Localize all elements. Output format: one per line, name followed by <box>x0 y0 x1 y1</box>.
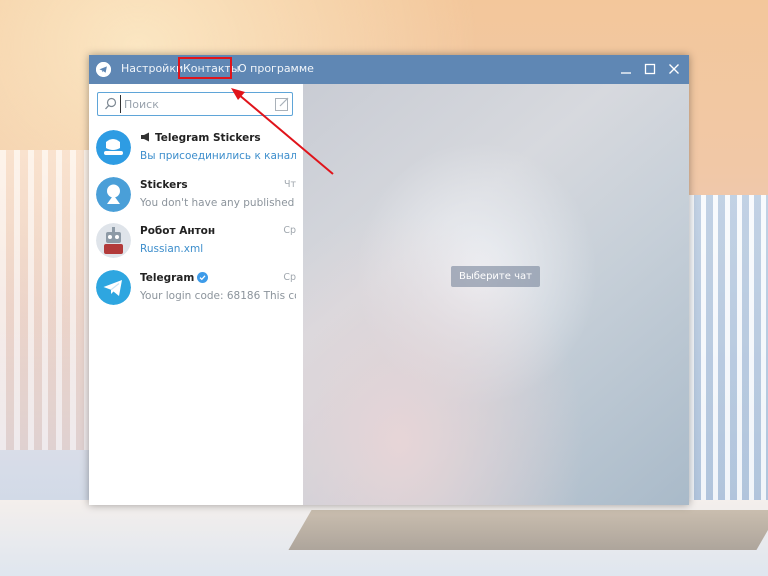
maximize-button[interactable] <box>641 60 659 78</box>
chat-preview: You don't have any published sti... <box>140 197 296 209</box>
chat-item-telegram[interactable]: Telegram Ср Your login code: 68186 This … <box>89 268 302 314</box>
search-input[interactable] <box>120 95 274 113</box>
chat-preview: Your login code: 68186 This code ... <box>140 290 296 302</box>
chat-name-text: Telegram <box>140 272 195 284</box>
telegram-logo-icon <box>96 62 111 77</box>
search-icon <box>105 97 117 110</box>
chat-item-stickers[interactable]: Stickers Чт You don't have any published… <box>89 175 302 221</box>
menu-about[interactable]: О программе <box>238 62 314 75</box>
chat-time: Чт <box>283 179 296 190</box>
verified-badge-icon <box>197 272 209 283</box>
chat-time: Ср <box>283 272 296 283</box>
chat-item-telegram-stickers[interactable]: Telegram Stickers Вы присоединились к ка… <box>89 128 302 174</box>
telegram-stickers-avatar <box>96 130 131 165</box>
chat-name: Telegram Stickers <box>140 132 261 144</box>
select-chat-label: Выберите чат <box>451 266 540 287</box>
chat-name: Робот Антон <box>140 225 216 237</box>
annotation-highlight-box <box>178 57 232 79</box>
chat-name: Telegram <box>140 272 209 284</box>
maximize-icon <box>644 63 656 75</box>
chat-list-panel: Telegram Stickers Вы присоединились к ка… <box>89 84 304 505</box>
telegram-window: Настройки Контакты О программе Поиск Tel… <box>89 55 689 505</box>
telegram-avatar <box>96 270 131 305</box>
minimize-button[interactable] <box>617 60 635 78</box>
chat-item-robot-anton[interactable]: Робот Антон Ср Russian.xml <box>89 221 302 267</box>
chat-view-panel: Выберите чат <box>303 84 689 505</box>
stickers-bot-avatar <box>96 177 131 212</box>
channel-megaphone-icon <box>141 132 149 142</box>
background-snow <box>0 500 768 576</box>
background-railing-left <box>0 150 90 450</box>
chat-time: Ср <box>283 225 296 236</box>
search-box[interactable] <box>97 92 293 116</box>
title-bar[interactable]: Настройки Контакты О программе <box>89 55 689 84</box>
chat-preview: Russian.xml <box>140 243 204 255</box>
chat-preview: Вы присоединились к каналу <box>140 150 296 162</box>
menu-settings[interactable]: Настройки <box>121 62 183 75</box>
close-icon <box>669 64 679 74</box>
background-railing-right <box>689 195 768 515</box>
chat-name: Stickers <box>140 179 188 191</box>
close-button[interactable] <box>665 60 683 78</box>
robot-anton-avatar <box>96 223 131 258</box>
minimize-icon <box>621 72 631 74</box>
chat-name-text: Telegram Stickers <box>155 132 261 144</box>
compose-icon[interactable] <box>274 96 290 112</box>
